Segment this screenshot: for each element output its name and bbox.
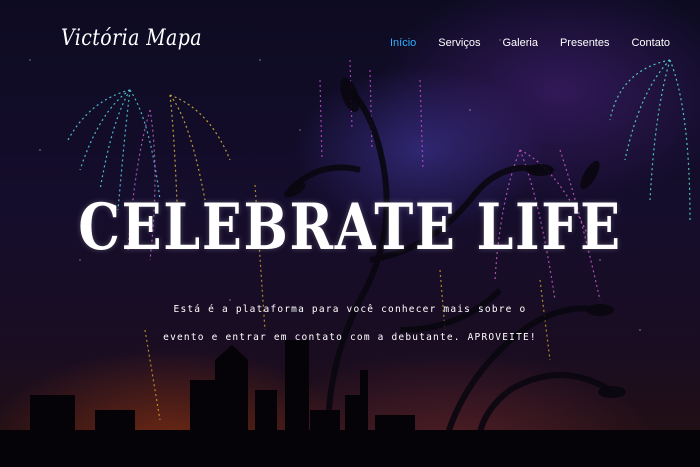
hero-subtitle: Está é a plataforma para você conhecer m… <box>163 304 537 343</box>
stars <box>29 39 641 331</box>
brand-logo[interactable]: Victória Mapa <box>61 26 202 51</box>
hero-headline: CELEBRATE LIFE <box>78 190 622 265</box>
nav-item-presentes[interactable]: Presentes <box>560 37 610 49</box>
nav-item-contato[interactable]: Contato <box>631 37 670 49</box>
main-nav: Início Serviços Galeria Presentes Contat… <box>390 37 670 49</box>
nav-item-galeria[interactable]: Galeria <box>502 37 537 49</box>
hero-section: Victória Mapa Início Serviços Galeria Pr… <box>0 0 700 467</box>
city-skyline <box>0 340 700 467</box>
nav-item-inicio[interactable]: Início <box>390 37 416 49</box>
nav-item-servicos[interactable]: Serviços <box>438 37 480 49</box>
